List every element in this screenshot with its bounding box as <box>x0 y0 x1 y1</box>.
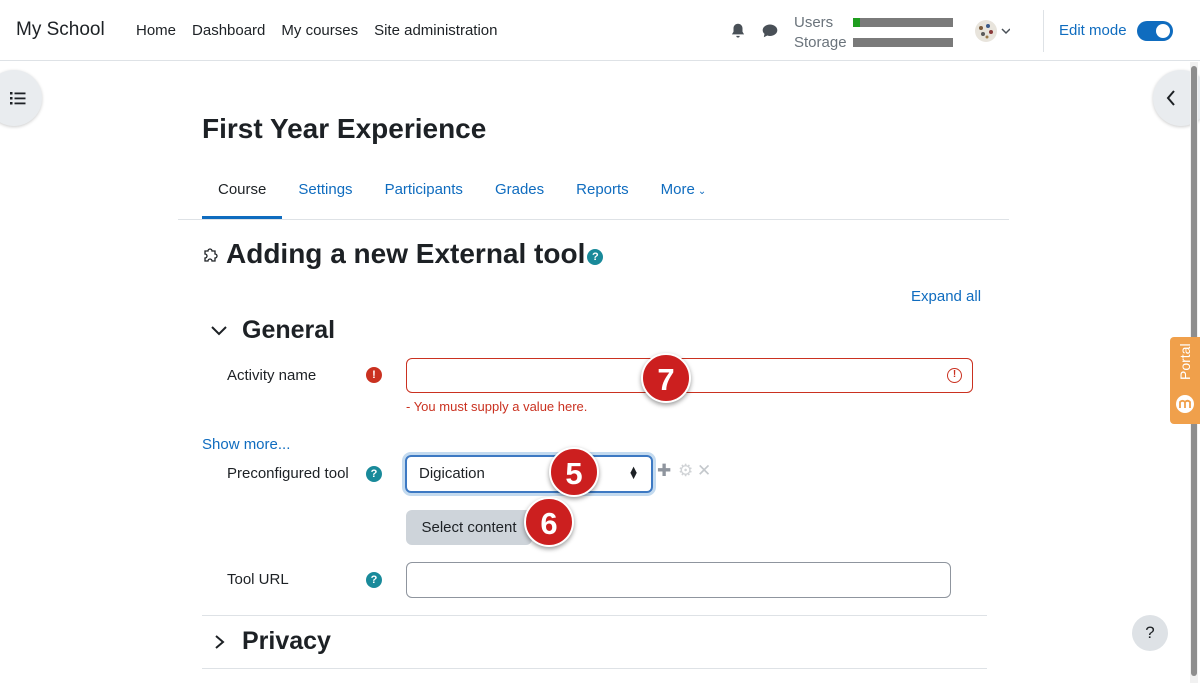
required-icon: ! <box>366 367 382 383</box>
site-brand[interactable]: My School <box>16 19 105 41</box>
users-quota-fill <box>853 18 860 27</box>
tab-more[interactable]: More ⌄ <box>645 170 723 219</box>
close-icon[interactable]: ✕ <box>697 461 711 481</box>
edit-mode-toggle[interactable] <box>1137 21 1173 41</box>
tool-url-label: Tool URL <box>227 571 289 588</box>
nav-home[interactable]: Home <box>136 22 176 39</box>
preconfigured-tool-select[interactable]: Digication ▲ ▼ <box>405 455 653 493</box>
help-button[interactable]: ? <box>1132 615 1168 651</box>
chevron-down-icon: ⌄ <box>697 186 707 197</box>
annotation-badge-6: 6 <box>524 497 574 547</box>
chevron-left-icon <box>1166 90 1175 106</box>
chevron-right-icon <box>215 634 225 649</box>
messages-icon[interactable] <box>761 22 779 40</box>
preconfigured-tool-value: Digication <box>419 465 485 482</box>
add-tool-icon[interactable]: ✚ <box>657 461 671 481</box>
chevron-down-icon <box>211 325 227 335</box>
tab-reports[interactable]: Reports <box>560 170 645 219</box>
general-section-title: General <box>242 316 336 344</box>
top-navbar: My School Home Dashboard My courses Site… <box>0 0 1200 61</box>
select-content-button[interactable]: Select content <box>406 510 532 545</box>
select-caret-icon: ▲ ▼ <box>628 464 639 482</box>
privacy-section-title: Privacy <box>242 627 331 655</box>
annotation-badge-7: 7 <box>641 353 691 403</box>
users-quota-bar <box>853 18 953 27</box>
annotation-badge-5: 5 <box>549 447 599 497</box>
course-secondary-navigation: Course Settings Participants Grades Repo… <box>202 170 722 220</box>
primary-navigation: Home Dashboard My courses Site administr… <box>136 22 498 39</box>
form-heading: Adding a new External tool ? <box>202 238 604 270</box>
form-heading-text: Adding a new External tool <box>226 238 586 269</box>
course-index-drawer-toggle[interactable] <box>0 70 42 126</box>
list-icon <box>10 92 26 105</box>
course-title: First Year Experience <box>202 113 487 144</box>
help-icon[interactable]: ? <box>366 466 382 482</box>
expand-all-link[interactable]: Expand all <box>911 288 981 305</box>
help-icon[interactable]: ? <box>366 572 382 588</box>
section-divider <box>202 668 987 669</box>
tab-participants[interactable]: Participants <box>369 170 479 219</box>
tool-url-field[interactable] <box>406 562 951 598</box>
nav-site-administration[interactable]: Site administration <box>374 22 497 39</box>
gear-icon[interactable]: ⚙ <box>678 461 693 481</box>
navbar-divider <box>1043 10 1044 52</box>
secondary-nav-divider <box>178 219 1009 220</box>
nav-dashboard[interactable]: Dashboard <box>192 22 265 39</box>
section-divider <box>202 615 987 616</box>
preconfigured-tool-label: Preconfigured tool <box>227 465 349 482</box>
tab-settings[interactable]: Settings <box>282 170 368 219</box>
general-section-header[interactable]: General <box>208 316 335 345</box>
bell-icon[interactable] <box>729 22 747 40</box>
user-avatar[interactable] <box>972 18 1010 44</box>
tab-more-label: More <box>660 181 695 198</box>
show-more-link[interactable]: Show more... <box>202 436 290 453</box>
quota-labels: Users Storage <box>794 13 847 53</box>
storage-quota-bar <box>853 38 953 47</box>
tab-grades[interactable]: Grades <box>479 170 560 219</box>
activity-name-label: Activity name <box>227 367 317 384</box>
puzzle-piece-icon <box>204 248 218 262</box>
privacy-section-header[interactable]: Privacy <box>208 627 331 656</box>
portal-logo-icon <box>1176 395 1194 413</box>
error-icon: ! <box>947 368 962 383</box>
chevron-down-icon <box>1001 28 1010 35</box>
portal-label: Portal <box>1177 343 1193 380</box>
edit-mode-label[interactable]: Edit mode <box>1059 22 1127 39</box>
activity-name-error: - You must supply a value here. <box>406 399 588 414</box>
tab-course[interactable]: Course <box>202 170 283 219</box>
users-quota-label: Users <box>794 14 834 31</box>
help-icon[interactable]: ? <box>587 249 604 265</box>
storage-quota-label: Storage <box>794 34 847 51</box>
nav-my-courses[interactable]: My courses <box>281 22 358 39</box>
